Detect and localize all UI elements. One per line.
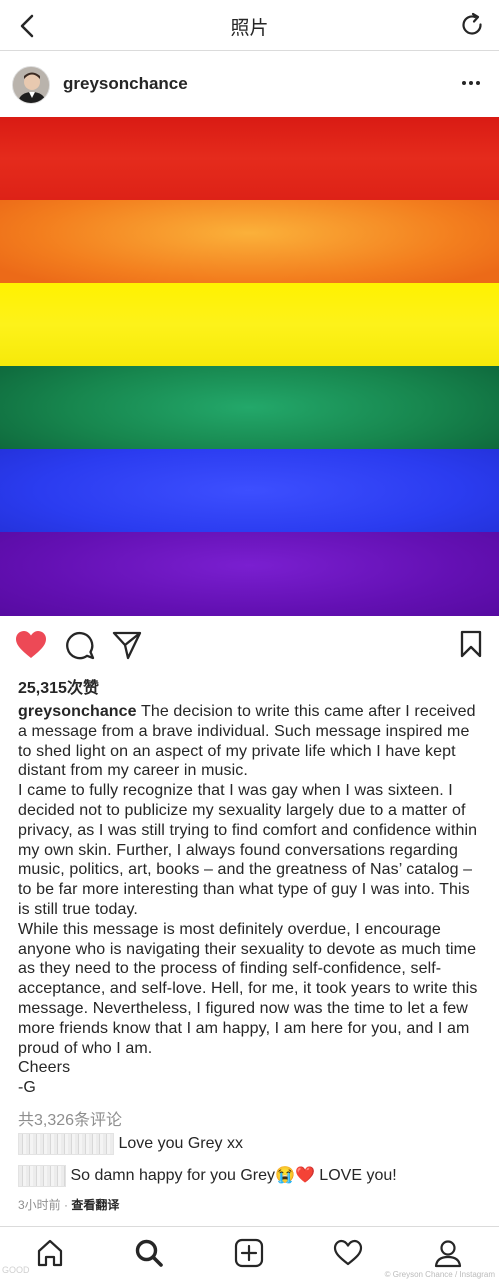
post-header: greysonchance xyxy=(0,51,499,116)
profile-icon[interactable] xyxy=(433,1238,463,1268)
post-username[interactable]: greysonchance xyxy=(63,74,188,94)
post-meta: 3小时前 · 查看翻译 xyxy=(18,1196,119,1213)
comment-emoji: 😭❤️ xyxy=(275,1167,315,1185)
caption-paragraph: Cheers xyxy=(18,1059,71,1077)
view-all-comments-link[interactable]: 共3,326条评论 xyxy=(18,1106,122,1130)
meta-separator: · xyxy=(60,1198,72,1212)
post-timestamp: 3小时前 xyxy=(18,1198,61,1212)
comment-text: Love you Grey xx xyxy=(118,1135,243,1153)
caption-paragraph: I came to fully recognize that I was gay… xyxy=(18,782,478,918)
avatar[interactable] xyxy=(12,66,50,104)
comment-row: Love you Grey xx xyxy=(18,1133,243,1157)
blurred-commenter-name[interactable] xyxy=(18,1133,114,1155)
see-translation-link[interactable]: 查看翻译 xyxy=(71,1198,119,1212)
caption-paragraph: greysonchance The decision to write this… xyxy=(18,702,483,781)
comment-text: LOVE you! xyxy=(314,1167,397,1185)
bookmark-icon[interactable] xyxy=(460,630,482,658)
caption-paragraph: -G xyxy=(18,1079,36,1097)
page-title: 照片 xyxy=(230,18,269,39)
stripe-purple xyxy=(0,532,499,616)
comment-row: So damn happy for you Grey😭❤️ LOVE you! xyxy=(18,1165,397,1189)
post-actions xyxy=(0,616,499,672)
stripe-red xyxy=(0,117,499,200)
comment-icon[interactable] xyxy=(65,630,95,660)
blurred-commenter-name[interactable] xyxy=(18,1165,66,1187)
top-bar: 照片 xyxy=(0,0,499,51)
activity-heart-icon[interactable] xyxy=(333,1238,363,1268)
more-options-icon[interactable] xyxy=(461,78,481,88)
share-icon[interactable] xyxy=(112,630,142,660)
stripe-blue xyxy=(0,449,499,532)
stripe-green xyxy=(0,366,499,449)
watermark: GOOD xyxy=(2,1265,30,1275)
post-photo[interactable] xyxy=(0,117,499,616)
caption-username[interactable]: greysonchance xyxy=(18,703,137,720)
new-post-icon[interactable] xyxy=(234,1238,264,1268)
caption-paragraph: While this message is most definitely ov… xyxy=(18,920,478,1057)
stripe-orange xyxy=(0,200,499,283)
stripe-yellow xyxy=(0,283,499,366)
like-count[interactable]: 25,315次赞 xyxy=(18,674,99,698)
photo-credit: © Greyson Chance / Instagram xyxy=(384,1270,495,1279)
post-caption: greysonchance The decision to write this… xyxy=(18,702,483,1098)
search-icon[interactable] xyxy=(134,1238,164,1268)
heart-filled-icon[interactable] xyxy=(15,630,47,660)
bottom-tab-bar: GOOD © Greyson Chance / Instagram xyxy=(0,1226,499,1281)
home-icon[interactable] xyxy=(35,1238,65,1268)
comment-text: So damn happy for you Grey xyxy=(70,1167,276,1185)
refresh-icon[interactable] xyxy=(459,12,485,38)
